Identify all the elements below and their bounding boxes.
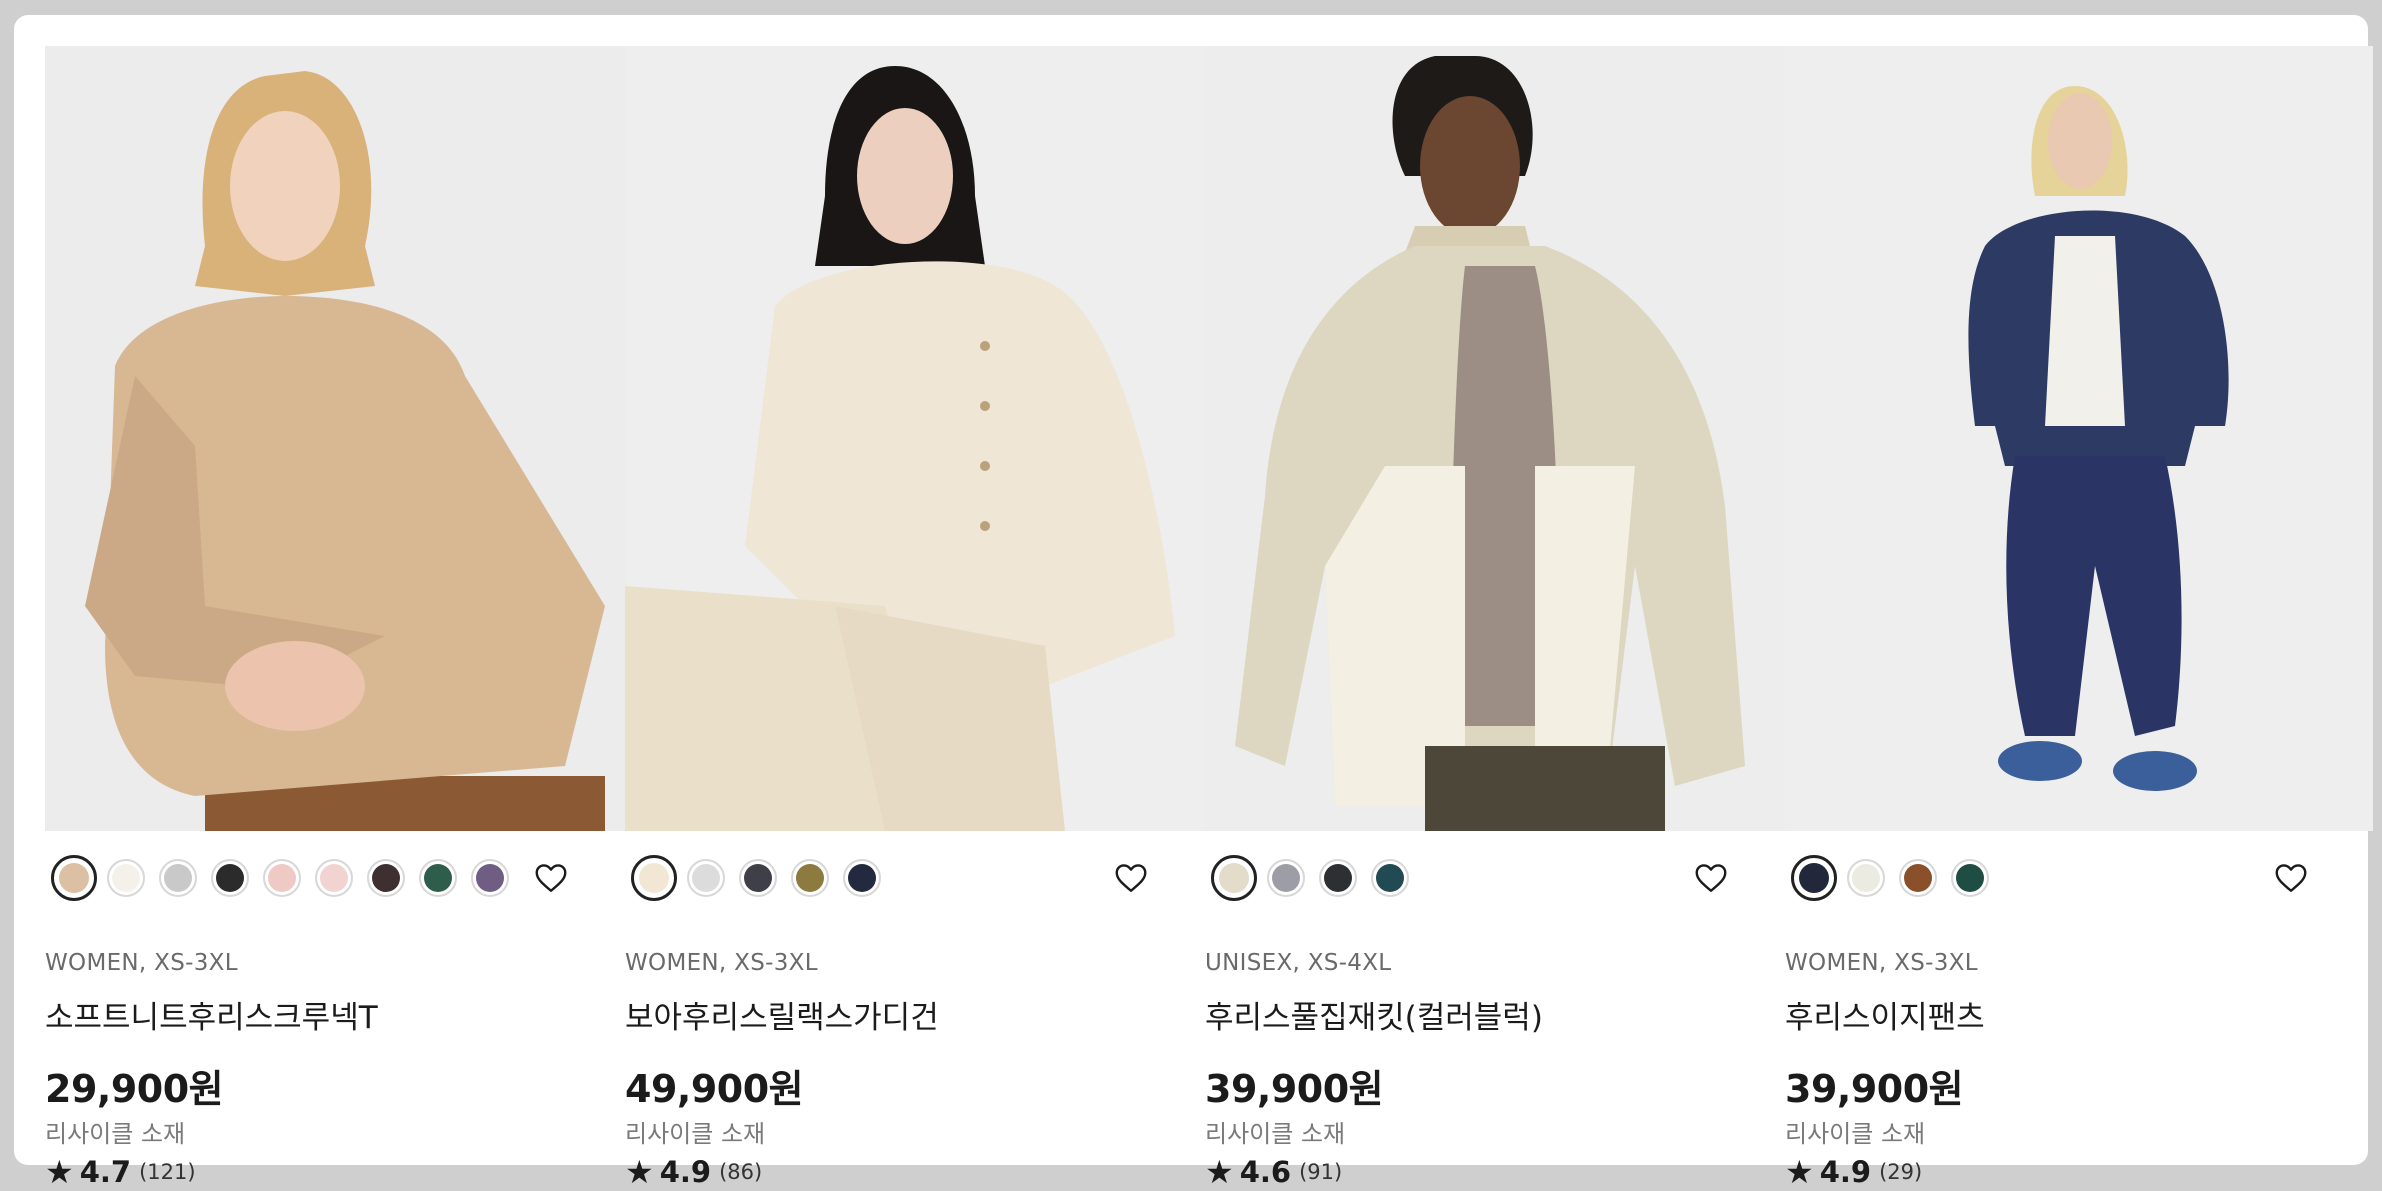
- swatch-color: [1852, 864, 1880, 892]
- product-gender-size: WOMEN, XS-3XL: [1785, 950, 1978, 976]
- star-icon: ★: [1205, 1153, 1234, 1191]
- review-count[interactable]: (86): [719, 1160, 762, 1184]
- product-gender-size: WOMEN, XS-3XL: [625, 950, 818, 976]
- swatch-color: [796, 864, 824, 892]
- heart-outline-icon[interactable]: [2273, 860, 2309, 896]
- color-swatch[interactable]: [1267, 859, 1305, 897]
- product-image[interactable]: [1785, 46, 2373, 831]
- product-rating: ★ 4.9 (86): [625, 1154, 762, 1190]
- heart-outline-icon[interactable]: [1113, 860, 1149, 896]
- swatch-color: [372, 864, 400, 892]
- product-rating: ★ 4.6 (91): [1205, 1154, 1342, 1190]
- swatch-color: [1324, 864, 1352, 892]
- review-count[interactable]: (91): [1299, 1160, 1342, 1184]
- color-swatch[interactable]: [107, 859, 145, 897]
- product-material: 리사이클 소재: [45, 1120, 186, 1148]
- color-swatch[interactable]: [631, 855, 677, 901]
- product-card[interactable]: WOMEN, XS-3XL 보아후리스릴랙스가디건 49,900원 리사이클 소…: [625, 46, 1213, 1189]
- product-card[interactable]: WOMEN, XS-3XL 소프트니트후리스크루넥T 29,900원 리사이클 …: [45, 46, 633, 1189]
- product-name[interactable]: 소프트니트후리스크루넥T: [45, 992, 378, 1037]
- product-price: 29,900원: [45, 1067, 224, 1111]
- product-material: 리사이클 소재: [1205, 1120, 1346, 1148]
- product-grid: WOMEN, XS-3XL 소프트니트후리스크루넥T 29,900원 리사이클 …: [45, 46, 2381, 1189]
- rating-value: 4.9: [659, 1155, 712, 1189]
- product-card[interactable]: UNISEX, XS-4XL 후리스풀집재킷(컬러블럭) 39,900원 리사이…: [1205, 46, 1793, 1189]
- swatch-color: [1272, 864, 1300, 892]
- heart-outline-icon[interactable]: [533, 860, 569, 896]
- color-swatch[interactable]: [263, 859, 301, 897]
- product-gender-size: UNISEX, XS-4XL: [1205, 950, 1392, 976]
- product-material: 리사이클 소재: [625, 1120, 766, 1148]
- swatch-color: [59, 863, 89, 893]
- color-swatches: [1205, 854, 1793, 902]
- review-count[interactable]: (121): [139, 1160, 195, 1184]
- swatch-color: [744, 864, 772, 892]
- swatch-color: [424, 864, 452, 892]
- rating-value: 4.6: [1239, 1155, 1292, 1189]
- product-price: 39,900원: [1205, 1067, 1384, 1111]
- product-image[interactable]: [45, 46, 633, 831]
- color-swatch[interactable]: [1899, 859, 1937, 897]
- swatch-color: [112, 864, 140, 892]
- color-swatch[interactable]: [419, 859, 457, 897]
- product-material: 리사이클 소재: [1785, 1120, 1926, 1148]
- swatch-color: [476, 864, 504, 892]
- product-price: 49,900원: [625, 1067, 804, 1111]
- color-swatch[interactable]: [1371, 859, 1409, 897]
- product-grid-panel: WOMEN, XS-3XL 소프트니트후리스크루넥T 29,900원 리사이클 …: [14, 15, 2373, 1189]
- swatch-color: [1956, 864, 1984, 892]
- color-swatch[interactable]: [471, 859, 509, 897]
- swatch-color: [692, 864, 720, 892]
- swatch-color: [639, 863, 669, 893]
- product-image[interactable]: [625, 46, 1213, 831]
- color-swatch[interactable]: [791, 859, 829, 897]
- color-swatches: [625, 854, 1213, 902]
- color-swatch[interactable]: [1951, 859, 1989, 897]
- review-count[interactable]: (29): [1879, 1160, 1922, 1184]
- color-swatch[interactable]: [687, 859, 725, 897]
- product-image[interactable]: [1205, 46, 1793, 831]
- color-swatch[interactable]: [367, 859, 405, 897]
- swatch-color: [1904, 864, 1932, 892]
- swatch-color: [848, 864, 876, 892]
- color-swatch[interactable]: [51, 855, 97, 901]
- product-name[interactable]: 보아후리스릴랙스가디건: [625, 992, 939, 1037]
- swatch-color: [216, 864, 244, 892]
- product-rating: ★ 4.9 (29): [1785, 1154, 1922, 1190]
- color-swatches: [45, 854, 633, 902]
- heart-outline-icon[interactable]: [1693, 860, 1729, 896]
- swatch-color: [320, 864, 348, 892]
- star-icon: ★: [625, 1153, 654, 1191]
- swatch-color: [1219, 863, 1249, 893]
- color-swatch[interactable]: [739, 859, 777, 897]
- product-price: 39,900원: [1785, 1067, 1964, 1111]
- rating-value: 4.9: [1819, 1155, 1872, 1189]
- color-swatch[interactable]: [1847, 859, 1885, 897]
- star-icon: ★: [1785, 1153, 1814, 1191]
- color-swatch[interactable]: [1791, 855, 1837, 901]
- rating-value: 4.7: [79, 1155, 132, 1189]
- color-swatch[interactable]: [315, 859, 353, 897]
- product-name[interactable]: 후리스이지팬츠: [1785, 992, 1985, 1037]
- star-icon: ★: [45, 1153, 74, 1191]
- product-rating: ★ 4.7 (121): [45, 1154, 196, 1190]
- product-name[interactable]: 후리스풀집재킷(컬러블럭): [1205, 992, 1543, 1037]
- color-swatch[interactable]: [1319, 859, 1357, 897]
- color-swatches: [1785, 854, 2373, 902]
- color-swatch[interactable]: [843, 859, 881, 897]
- product-card[interactable]: WOMEN, XS-3XL 후리스이지팬츠 39,900원 리사이클 소재 ★ …: [1785, 46, 2373, 1189]
- product-gender-size: WOMEN, XS-3XL: [45, 950, 238, 976]
- swatch-color: [268, 864, 296, 892]
- swatch-color: [164, 864, 192, 892]
- color-swatch[interactable]: [1211, 855, 1257, 901]
- swatch-color: [1376, 864, 1404, 892]
- color-swatch[interactable]: [159, 859, 197, 897]
- swatch-color: [1799, 863, 1829, 893]
- color-swatch[interactable]: [211, 859, 249, 897]
